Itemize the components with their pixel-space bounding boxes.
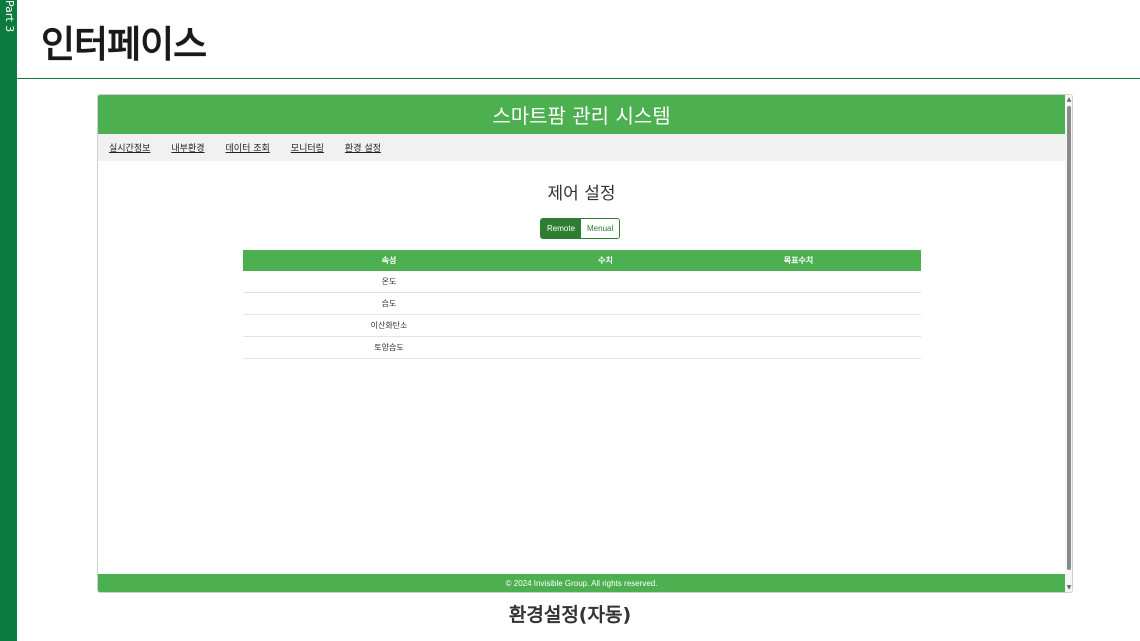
table-header-row: 속성 수치 목표수치	[243, 250, 921, 271]
column-header-target: 목표수치	[676, 250, 921, 271]
vertical-scrollbar[interactable]: ▲ ▼	[1065, 95, 1072, 592]
column-header-attribute: 속성	[243, 250, 535, 271]
nav-item-internal-env[interactable]: 내부환경	[171, 141, 204, 154]
table-row: 온도	[243, 271, 921, 293]
cell-target	[676, 336, 921, 359]
cell-value	[535, 336, 676, 359]
cell-attribute: 이산화탄소	[243, 314, 535, 337]
cell-attribute: 온도	[243, 271, 535, 293]
cell-value	[535, 314, 676, 337]
cell-target	[676, 292, 921, 315]
table-row: 습도	[243, 292, 921, 315]
copyright-text: © 2024 Invisible Group. All rights reser…	[505, 579, 658, 588]
table-row: 이산화탄소	[243, 314, 921, 337]
cell-value	[535, 271, 676, 293]
app-header: 스마트팜 관리 시스템	[98, 95, 1065, 134]
slide-title: 인터페이스	[41, 23, 207, 66]
app-title: 스마트팜 관리 시스템	[492, 104, 671, 128]
cell-target	[676, 314, 921, 337]
cell-target	[676, 271, 921, 293]
nav-item-data-query[interactable]: 데이터 조회	[226, 141, 270, 154]
nav-item-settings[interactable]: 환경 설정	[345, 141, 381, 154]
scroll-up-arrow-icon[interactable]: ▲	[1065, 96, 1072, 104]
scrollbar-thumb[interactable]	[1067, 106, 1071, 570]
section-title: 제어 설정	[547, 184, 616, 204]
cell-attribute: 습도	[243, 292, 535, 315]
cell-value	[535, 292, 676, 315]
slide-caption: 환경설정(자동)	[508, 604, 632, 626]
app-footer: © 2024 Invisible Group. All rights reser…	[98, 574, 1065, 592]
control-settings-table: 속성 수치 목표수치 온도 습도 이산화탄소 토양습도	[243, 250, 921, 359]
nav-item-realtime[interactable]: 실시간정보	[109, 141, 150, 154]
column-header-value: 수치	[535, 250, 676, 271]
title-divider	[17, 78, 1140, 79]
nav-item-monitoring[interactable]: 모니터링	[291, 141, 324, 154]
remote-mode-button[interactable]: Remote	[541, 219, 582, 238]
manual-mode-button[interactable]: Menual	[581, 219, 620, 238]
app-screenshot-frame: 스마트팜 관리 시스템 실시간정보 내부환경 데이터 조회 모니터링 환경 설정…	[97, 94, 1073, 593]
table-row: 토양습도	[243, 336, 921, 359]
slide-side-bar: Part 3	[0, 0, 17, 641]
mode-toggle: Remote Menual	[540, 218, 621, 239]
app-nav-bar: 실시간정보 내부환경 데이터 조회 모니터링 환경 설정	[98, 134, 1065, 161]
scroll-down-arrow-icon[interactable]: ▼	[1065, 584, 1072, 592]
cell-attribute: 토양습도	[243, 336, 535, 359]
part-label: Part 3	[3, 0, 16, 33]
